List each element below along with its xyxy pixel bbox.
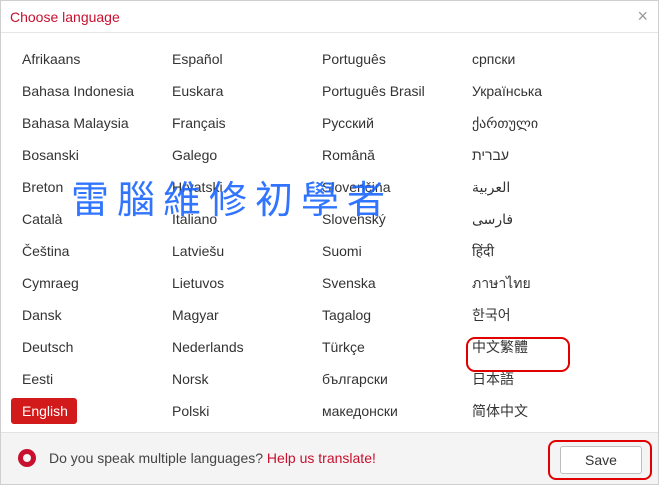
language-option[interactable]: עברית	[461, 139, 611, 171]
language-option[interactable]: 한국어	[461, 299, 611, 331]
language-option[interactable]: Română	[311, 139, 461, 171]
language-option[interactable]: Lietuvos	[161, 267, 311, 299]
dialog-titlebar: Choose language ×	[1, 1, 658, 33]
language-option[interactable]: Latviešu	[161, 235, 311, 267]
language-option[interactable]: Čeština	[11, 235, 161, 267]
globe-icon	[18, 449, 36, 467]
language-option[interactable]: Eesti	[11, 363, 161, 395]
language-option[interactable]: Français	[161, 107, 311, 139]
language-option[interactable]: 中文繁體	[461, 331, 611, 363]
language-option[interactable]: العربية	[461, 171, 611, 203]
language-option[interactable]: Bahasa Malaysia	[11, 107, 161, 139]
language-option[interactable]: Galego	[161, 139, 311, 171]
language-option[interactable]: Norsk	[161, 363, 311, 395]
language-option[interactable]: 简体中文	[461, 395, 611, 427]
language-option[interactable]: Bosanski	[11, 139, 161, 171]
language-option[interactable]: Русский	[311, 107, 461, 139]
language-option[interactable]: Українська	[461, 75, 611, 107]
language-option[interactable]: Português Brasil	[311, 75, 461, 107]
translate-question: Do you speak multiple languages?	[49, 450, 264, 466]
language-dialog: Choose language × Afrikaans Español Portug…	[0, 0, 659, 485]
language-option-selected[interactable]: English	[11, 398, 77, 424]
language-option[interactable]: Español	[161, 43, 311, 75]
dialog-footer: Do you speak multiple languages? Help us…	[1, 432, 658, 484]
save-button[interactable]: Save	[560, 446, 642, 474]
language-option[interactable]: Afrikaans	[11, 43, 161, 75]
watermark: 雷腦維修初學者	[71, 178, 394, 222]
language-option[interactable]: Euskara	[161, 75, 311, 107]
save-highlight: Save	[548, 440, 652, 480]
language-option[interactable]: ქართული	[461, 107, 611, 139]
dialog-title: Choose language	[10, 9, 120, 25]
language-option[interactable]: Nederlands	[161, 331, 311, 363]
language-option[interactable]: Magyar	[161, 299, 311, 331]
language-highlight: 中文繁體	[472, 339, 528, 355]
language-option[interactable]: Dansk	[11, 299, 161, 331]
language-option[interactable]: Suomi	[311, 235, 461, 267]
language-option[interactable]: Português	[311, 43, 461, 75]
language-option[interactable]: ภาษาไทย	[461, 267, 611, 299]
language-option[interactable]: Bahasa Indonesia	[11, 75, 161, 107]
language-option[interactable]: فارسی	[461, 203, 611, 235]
language-option[interactable]: български	[311, 363, 461, 395]
translate-prompt: Do you speak multiple languages? Help us…	[49, 450, 376, 466]
language-option[interactable]: Svenska	[311, 267, 461, 299]
language-option[interactable]: Cymraeg	[11, 267, 161, 299]
language-option[interactable]: Türkçe	[311, 331, 461, 363]
language-option[interactable]: Polski	[161, 395, 311, 427]
language-option[interactable]: Tagalog	[311, 299, 461, 331]
language-option[interactable]: Deutsch	[11, 331, 161, 363]
close-icon[interactable]: ×	[637, 7, 648, 25]
language-option[interactable]: हिंदी	[461, 235, 611, 267]
help-translate-link[interactable]: Help us translate!	[267, 450, 376, 466]
language-option[interactable]: српски	[461, 43, 611, 75]
language-grid: Afrikaans Español Português српски Bahasa In…	[11, 43, 611, 427]
language-option[interactable]: македонски	[311, 395, 461, 427]
